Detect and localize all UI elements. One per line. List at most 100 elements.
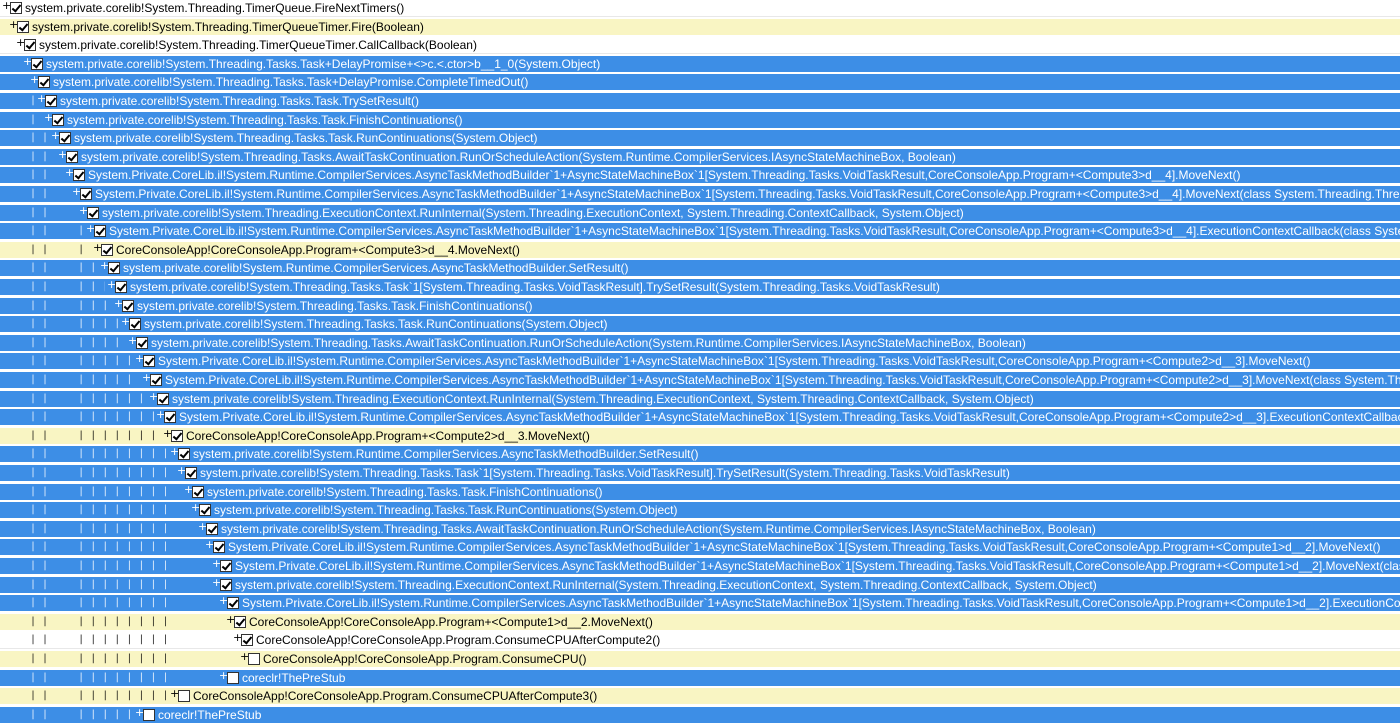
expand-plus-icon[interactable]: + <box>23 56 32 72</box>
tree-row[interactable]: | | | | | | | | + system.private.corelib!… <box>0 204 1400 222</box>
checkbox-checked-icon[interactable] <box>157 392 169 405</box>
checkbox-checked-icon[interactable] <box>108 262 120 275</box>
tree-row[interactable]: | | +system.private.corelib!System.Threa… <box>0 93 1400 110</box>
tree-row[interactable]: | | | | | | | | | | + system.private.core… <box>0 446 1400 464</box>
checkbox-checked-icon[interactable] <box>220 560 232 572</box>
expand-plus-icon[interactable]: + <box>16 37 25 53</box>
expand-plus-icon[interactable]: + <box>128 335 137 351</box>
checkbox-checked-icon[interactable] <box>66 150 78 163</box>
checkbox-unchecked-icon[interactable] <box>178 690 190 703</box>
expand-plus-icon[interactable]: + <box>219 595 228 611</box>
expand-plus-icon[interactable]: + <box>9 19 18 35</box>
tree-row[interactable]: | | | | | | | | | | + CoreConsoleApp!Core… <box>0 651 1400 668</box>
expand-plus-icon[interactable]: + <box>72 186 81 202</box>
tree-row[interactable]: | | | | | | | | | | + system.private.core… <box>0 502 1400 520</box>
tree-row[interactable]: | | | | | | | | | | + system.private.core… <box>0 279 1400 296</box>
expand-plus-icon[interactable]: + <box>240 651 249 667</box>
checkbox-checked-icon[interactable] <box>24 39 36 52</box>
tree-row[interactable]: | | | | + system.private.corelib!System.T… <box>0 130 1400 148</box>
tree-row[interactable]: | | | | | | | | | | + system.private.core… <box>0 576 1400 594</box>
tree-row[interactable]: | | | | | | | | | | + system.private.core… <box>0 334 1400 352</box>
expand-plus-icon[interactable]: + <box>170 688 179 704</box>
tree-row[interactable]: | | | | | | | | | | + system.private.core… <box>0 520 1400 538</box>
checkbox-checked-icon[interactable] <box>178 448 190 461</box>
checkbox-checked-icon[interactable] <box>185 467 197 479</box>
tree-row[interactable]: | | | | | | | | | | + CoreConsoleApp!Core… <box>0 613 1400 631</box>
checkbox-checked-icon[interactable] <box>241 634 253 647</box>
checkbox-checked-icon[interactable] <box>234 615 246 628</box>
tree-row[interactable]: | | | | | | | + System.Private.CoreLib.il… <box>0 186 1400 203</box>
expand-plus-icon[interactable]: + <box>93 242 102 258</box>
checkbox-checked-icon[interactable] <box>129 318 141 331</box>
tree-row[interactable]: | | | + system.private.corelib!System.Thr… <box>0 111 1400 129</box>
tree-row[interactable]: | | | | | | | | | | + system.private.core… <box>0 260 1400 278</box>
checkbox-checked-icon[interactable] <box>227 597 239 610</box>
checkbox-unchecked-icon[interactable] <box>143 708 155 721</box>
tree-row[interactable]: | +system.private.corelib!System.Threadi… <box>0 37 1400 55</box>
tree-row[interactable]: | | | | | | | | | | + System.Private.Core… <box>0 353 1400 371</box>
checkbox-unchecked-icon[interactable] <box>248 653 260 665</box>
checkbox-checked-icon[interactable] <box>150 374 162 386</box>
tree-row[interactable]: | | | | | | | | | | + system.private.core… <box>0 390 1400 408</box>
expand-plus-icon[interactable]: + <box>170 446 179 462</box>
tree-row[interactable]: + system.private.corelib!System.Threading… <box>0 0 1400 17</box>
checkbox-checked-icon[interactable] <box>122 299 134 312</box>
tree-row[interactable]: | | | | | + system.private.corelib!System… <box>0 148 1400 166</box>
tree-row[interactable]: | | +system.private.corelib!System.Threa… <box>0 55 1400 73</box>
tree-row[interactable]: | | | | | | | | | | + CoreConsoleApp!Core… <box>0 427 1400 445</box>
checkbox-checked-icon[interactable] <box>31 57 43 70</box>
expand-plus-icon[interactable]: + <box>163 428 172 444</box>
expand-plus-icon[interactable]: + <box>79 205 88 221</box>
expand-plus-icon[interactable]: + <box>135 353 144 369</box>
tree-row[interactable]: | | | | | | | | | | + System.Private.Core… <box>0 409 1400 427</box>
expand-plus-icon[interactable]: + <box>121 316 130 332</box>
checkbox-checked-icon[interactable] <box>192 485 204 498</box>
tree-row[interactable]: | | | | | | | | | | + CoreConsoleApp!Core… <box>0 241 1400 259</box>
expand-plus-icon[interactable]: + <box>233 632 242 648</box>
expand-plus-icon[interactable]: + <box>212 558 221 574</box>
expand-plus-icon[interactable]: + <box>149 391 158 407</box>
checkbox-checked-icon[interactable] <box>17 20 29 33</box>
checkbox-unchecked-icon[interactable] <box>227 671 239 684</box>
tree-row[interactable]: | | | | | | | | | | + System.Private.Core… <box>0 539 1400 557</box>
expand-plus-icon[interactable]: + <box>86 223 95 239</box>
tree-row[interactable]: | | | | | | | | | | + CoreConsoleApp!Core… <box>0 688 1400 706</box>
expand-plus-icon[interactable]: + <box>212 577 221 593</box>
tree-row[interactable]: | | | | | | | | | | + system.private.core… <box>0 465 1400 482</box>
expand-plus-icon[interactable]: + <box>156 409 165 425</box>
expand-plus-icon[interactable]: + <box>198 521 207 537</box>
expand-plus-icon[interactable]: + <box>37 93 46 109</box>
checkbox-checked-icon[interactable] <box>115 281 127 293</box>
expand-plus-icon[interactable]: + <box>135 707 144 723</box>
tree-row[interactable]: | | | | | | | | | | + System.Private.Core… <box>0 372 1400 389</box>
expand-plus-icon[interactable]: + <box>114 298 123 314</box>
expand-plus-icon[interactable]: + <box>107 279 116 295</box>
expand-plus-icon[interactable]: + <box>191 502 200 518</box>
expand-plus-icon[interactable]: + <box>65 167 74 183</box>
checkbox-checked-icon[interactable] <box>101 243 113 256</box>
tree-row[interactable]: | | | | | | | | | | + system.private.core… <box>0 316 1400 334</box>
expand-plus-icon[interactable]: + <box>226 614 235 630</box>
checkbox-checked-icon[interactable] <box>80 188 92 200</box>
checkbox-checked-icon[interactable] <box>213 541 225 554</box>
tree-row[interactable]: | | | | | | + System.Private.CoreLib.il!S… <box>0 167 1400 185</box>
expand-plus-icon[interactable]: + <box>184 484 193 500</box>
tree-row[interactable]: | | | | | | | | | | + System.Private.Core… <box>0 595 1400 613</box>
checkbox-checked-icon[interactable] <box>45 95 57 107</box>
checkbox-checked-icon[interactable] <box>10 2 22 14</box>
checkbox-checked-icon[interactable] <box>87 206 99 219</box>
expand-plus-icon[interactable]: + <box>205 539 214 555</box>
expand-plus-icon[interactable]: + <box>58 149 67 165</box>
checkbox-checked-icon[interactable] <box>38 76 50 89</box>
tree-row[interactable]: | | | | | | | | | + System.Private.CoreLi… <box>0 223 1400 241</box>
expand-plus-icon[interactable]: + <box>100 260 109 276</box>
tree-row[interactable]: | | | | | | | | | | + coreclr!ThePreStub <box>0 706 1400 724</box>
checkbox-checked-icon[interactable] <box>199 504 211 517</box>
expand-plus-icon[interactable]: + <box>30 74 39 90</box>
checkbox-checked-icon[interactable] <box>164 411 176 424</box>
tree-row[interactable]: | | +system.private.corelib!System.Threa… <box>0 74 1400 92</box>
checkbox-checked-icon[interactable] <box>52 113 64 126</box>
checkbox-checked-icon[interactable] <box>136 336 148 349</box>
checkbox-checked-icon[interactable] <box>73 169 85 182</box>
checkbox-checked-icon[interactable] <box>59 132 71 145</box>
